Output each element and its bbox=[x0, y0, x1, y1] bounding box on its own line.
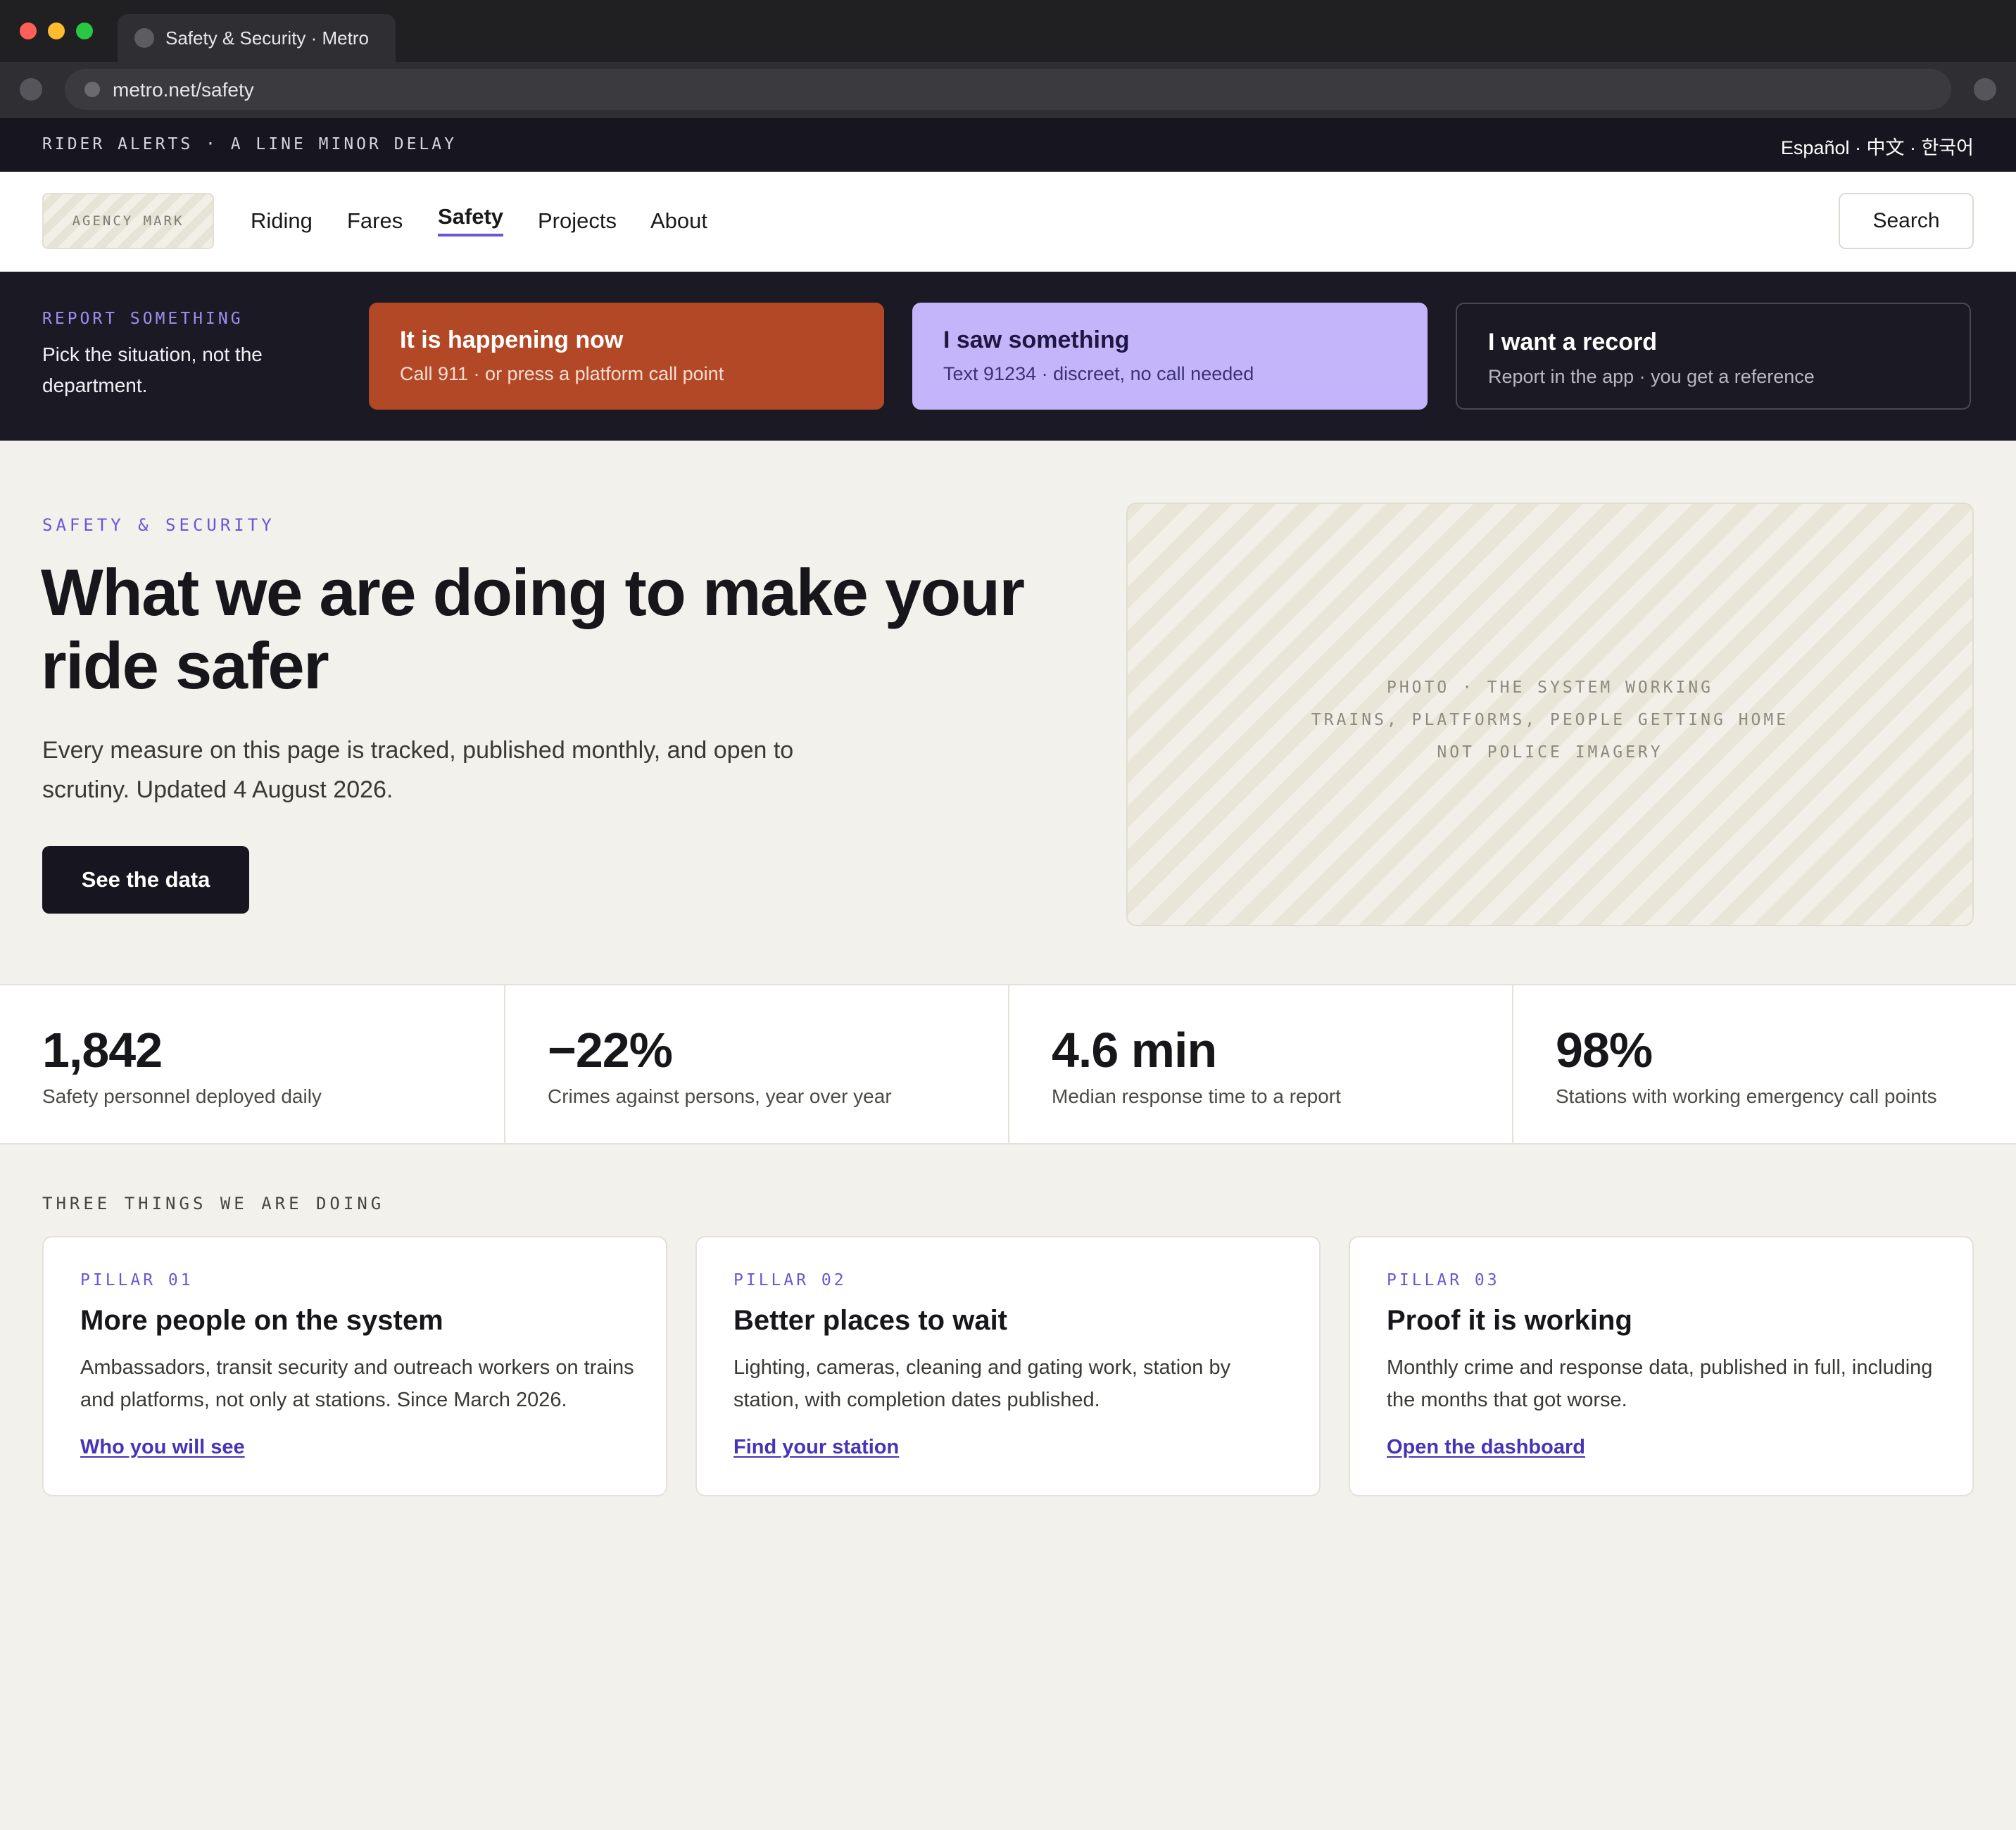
main-navigation: AGENCY MARK Riding Fares Safety Projects… bbox=[0, 172, 2016, 272]
open-the-dashboard-link[interactable]: Open the dashboard bbox=[1387, 1436, 1585, 1459]
report-option-title: It is happening now bbox=[400, 327, 624, 353]
language-links[interactable]: Español · 中文 · 한국어 bbox=[1781, 132, 1974, 160]
pillar-card-02: PILLAR 02 Better places to wait Lighting… bbox=[695, 1236, 1321, 1496]
stat-crimes: −22% Crimes against persons, year over y… bbox=[504, 985, 1008, 1143]
minimize-window-button[interactable] bbox=[48, 23, 65, 39]
site-info-icon[interactable] bbox=[84, 82, 100, 97]
nav-item-riding[interactable]: Riding bbox=[251, 208, 313, 234]
nav-item-safety[interactable]: Safety bbox=[438, 204, 504, 236]
photo-caption-line: TRAINS, PLATFORMS, PEOPLE GETTING HOME bbox=[1311, 711, 1789, 729]
find-your-station-link[interactable]: Find your station bbox=[733, 1436, 899, 1459]
hero-photo-placeholder: PHOTO · THE SYSTEM WORKING TRAINS, PLATF… bbox=[1126, 503, 1974, 926]
pillar-title: Proof it is working bbox=[1387, 1305, 1632, 1336]
logo-text: AGENCY MARK bbox=[72, 213, 184, 229]
stat-value: 4.6 min bbox=[1052, 1023, 1217, 1078]
browser-menu-icon[interactable] bbox=[1974, 78, 1996, 101]
nav-item-fares[interactable]: Fares bbox=[347, 208, 403, 234]
pillar-eyebrow: PILLAR 01 bbox=[80, 1271, 194, 1289]
stat-value: −22% bbox=[548, 1023, 673, 1078]
agency-logo[interactable]: AGENCY MARK bbox=[42, 193, 214, 249]
tab-title: Safety & Security · Metro bbox=[165, 27, 369, 49]
report-option-title: I want a record bbox=[1488, 329, 1657, 355]
maximize-window-button[interactable] bbox=[76, 23, 93, 39]
photo-caption-line: NOT POLICE IMAGERY bbox=[1437, 743, 1663, 762]
active-nav-indicator bbox=[438, 234, 504, 236]
page-title: What we are doing to make your ride safe… bbox=[41, 555, 1025, 702]
hero-eyebrow: SAFETY & SECURITY bbox=[42, 515, 275, 535]
browser-tab[interactable]: Safety & Security · Metro bbox=[118, 14, 396, 62]
pillar-card-01: PILLAR 01 More people on the system Amba… bbox=[42, 1236, 667, 1496]
stat-call-points: 98% Stations with working emergency call… bbox=[1512, 985, 2016, 1143]
report-option-title: I saw something bbox=[943, 327, 1130, 353]
see-the-data-button[interactable]: See the data bbox=[42, 846, 249, 914]
stat-response-time: 4.6 min Median response time to a report bbox=[1008, 985, 1512, 1143]
close-window-button[interactable] bbox=[20, 23, 37, 39]
back-icon[interactable] bbox=[20, 78, 42, 101]
favicon-icon bbox=[134, 28, 154, 48]
url-text[interactable]: metro.net/safety bbox=[113, 79, 254, 101]
stat-value: 1,842 bbox=[42, 1023, 163, 1078]
report-eyebrow: REPORT SOMETHING bbox=[42, 310, 244, 328]
search-button[interactable]: Search bbox=[1839, 193, 1974, 249]
pillar-title: More people on the system bbox=[80, 1305, 443, 1336]
report-option-subtitle: Text 91234 · discreet, no call needed bbox=[943, 363, 1254, 384]
report-option-subtitle: Report in the app · you get a reference bbox=[1488, 366, 1815, 387]
photo-caption: PHOTO · THE SYSTEM WORKING TRAINS, PLATF… bbox=[1128, 671, 1972, 769]
browser-titlebar: Safety & Security · Metro bbox=[0, 0, 2016, 62]
photo-caption-line: PHOTO · THE SYSTEM WORKING bbox=[1386, 679, 1714, 697]
rider-alert-text[interactable]: RIDER ALERTS · A LINE MINOR DELAY bbox=[42, 135, 457, 153]
nav-item-safety-label: Safety bbox=[438, 204, 504, 229]
nav-item-about[interactable]: About bbox=[650, 208, 707, 234]
stat-label: Safety personnel deployed daily bbox=[42, 1085, 322, 1107]
report-option-happening-now[interactable]: It is happening now Call 911 · or press … bbox=[369, 303, 884, 410]
pillar-card-03: PILLAR 03 Proof it is working Monthly cr… bbox=[1349, 1236, 1974, 1496]
report-description: Pick the situation, not the department. bbox=[42, 343, 263, 396]
browser-toolbar: metro.net/safety bbox=[0, 62, 2016, 118]
pillar-eyebrow: PILLAR 03 bbox=[1387, 1271, 1500, 1289]
pillars-eyebrow: THREE THINGS WE ARE DOING bbox=[42, 1194, 385, 1213]
stat-value: 98% bbox=[1556, 1023, 1653, 1078]
hero-lede: Every measure on this page is tracked, p… bbox=[42, 737, 794, 803]
who-you-will-see-link[interactable]: Who you will see bbox=[80, 1436, 245, 1459]
report-something-band: REPORT SOMETHING Pick the situation, not… bbox=[0, 272, 2016, 441]
stat-label: Crimes against persons, year over year bbox=[548, 1085, 892, 1107]
report-option-want-record[interactable]: I want a record Report in the app · you … bbox=[1456, 303, 1971, 410]
pillar-eyebrow: PILLAR 02 bbox=[733, 1271, 847, 1289]
pillar-body: Monthly crime and response data, publish… bbox=[1387, 1356, 1933, 1411]
rider-alert-bar: RIDER ALERTS · A LINE MINOR DELAY Españo… bbox=[0, 118, 2016, 172]
pillar-body: Lighting, cameras, cleaning and gating w… bbox=[733, 1356, 1231, 1411]
stat-label: Stations with working emergency call poi… bbox=[1556, 1085, 1937, 1107]
address-bar[interactable]: metro.net/safety bbox=[65, 69, 1951, 110]
pillar-body: Ambassadors, transit security and outrea… bbox=[80, 1356, 634, 1411]
report-option-saw-something[interactable]: I saw something Text 91234 · discreet, n… bbox=[912, 303, 1428, 410]
stats-strip: 1,842 Safety personnel deployed daily −2… bbox=[0, 984, 2016, 1144]
stat-label: Median response time to a report bbox=[1052, 1085, 1341, 1107]
report-option-subtitle: Call 911 · or press a platform call poin… bbox=[400, 363, 724, 384]
nav-item-projects[interactable]: Projects bbox=[538, 208, 617, 234]
pillar-title: Better places to wait bbox=[733, 1305, 1008, 1336]
stat-personnel: 1,842 Safety personnel deployed daily bbox=[0, 985, 504, 1143]
